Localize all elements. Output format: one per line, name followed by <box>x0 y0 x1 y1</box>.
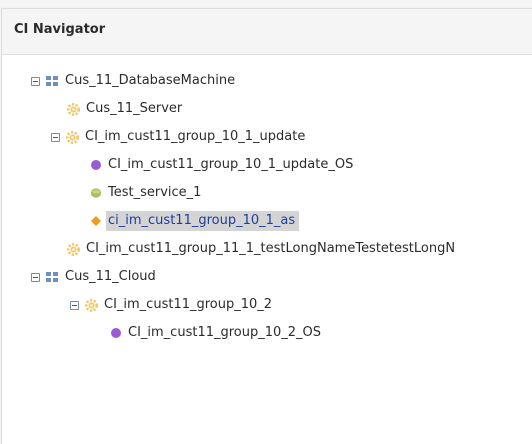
gear-icon <box>85 298 98 312</box>
green-disc-icon <box>90 188 102 198</box>
top-strip <box>0 0 532 7</box>
orange-diamond-icon <box>91 216 101 226</box>
tree-node-as-selected[interactable]: ci_im_cust11_group_10_1_as <box>90 211 300 231</box>
tree-node-label[interactable]: CI_im_cust11_group_10_1_update <box>85 127 305 147</box>
tree-node-group-long[interactable]: CI_im_cust11_group_11_1_testLongNameTest… <box>67 239 455 259</box>
collapse-toggle-icon[interactable] <box>51 132 60 142</box>
tree-node-label-selected[interactable]: ci_im_cust11_group_10_1_as <box>106 211 300 231</box>
tree-node-label[interactable]: Cus_11_DatabaseMachine <box>65 71 235 91</box>
grid-icon <box>46 271 58 282</box>
purple-dot-icon <box>91 160 101 170</box>
tree-node-label[interactable]: CI_im_cust11_group_10_2 <box>104 295 272 315</box>
tree-node-cloud[interactable]: Cus_11_Cloud <box>31 267 156 287</box>
ci-navigator-panel: CI Navigator Cus_11_DatabaseMachine Cus_… <box>1 8 532 444</box>
tree-node-label[interactable]: Cus_11_Cloud <box>65 267 156 287</box>
tree-node-group-10-2[interactable]: CI_im_cust11_group_10_2 <box>70 295 272 315</box>
gear-icon <box>67 242 80 256</box>
tree-node-group-update[interactable]: CI_im_cust11_group_10_1_update <box>51 127 305 147</box>
tree-node-label[interactable]: Cus_11_Server <box>86 99 182 119</box>
collapse-toggle-icon[interactable] <box>31 76 40 86</box>
tree-node-database-machine[interactable]: Cus_11_DatabaseMachine <box>31 71 235 91</box>
collapse-toggle-icon[interactable] <box>70 300 79 310</box>
tree-node-group-10-2-os[interactable]: CI_im_cust11_group_10_2_OS <box>110 323 321 343</box>
ci-navigator-view: CI Navigator Cus_11_DatabaseMachine Cus_… <box>0 0 532 444</box>
tree-node-label[interactable]: CI_im_cust11_group_11_1_testLongNameTest… <box>86 239 455 259</box>
tree-node-label[interactable]: Test_service_1 <box>108 183 201 203</box>
grid-icon <box>46 75 58 86</box>
tree-node-label[interactable]: CI_im_cust11_group_10_1_update_OS <box>108 155 353 175</box>
purple-dot-icon <box>111 328 121 338</box>
tree-node-test-service[interactable]: Test_service_1 <box>90 183 201 203</box>
tree-node-label[interactable]: CI_im_cust11_group_10_2_OS <box>128 323 321 343</box>
gear-icon <box>66 130 79 144</box>
collapse-toggle-icon[interactable] <box>31 272 40 282</box>
panel-title: CI Navigator <box>14 22 106 37</box>
gear-icon <box>67 102 80 116</box>
panel-header: CI Navigator <box>2 9 532 55</box>
tree-node-update-os[interactable]: CI_im_cust11_group_10_1_update_OS <box>90 155 353 175</box>
tree-node-server[interactable]: Cus_11_Server <box>67 99 182 119</box>
